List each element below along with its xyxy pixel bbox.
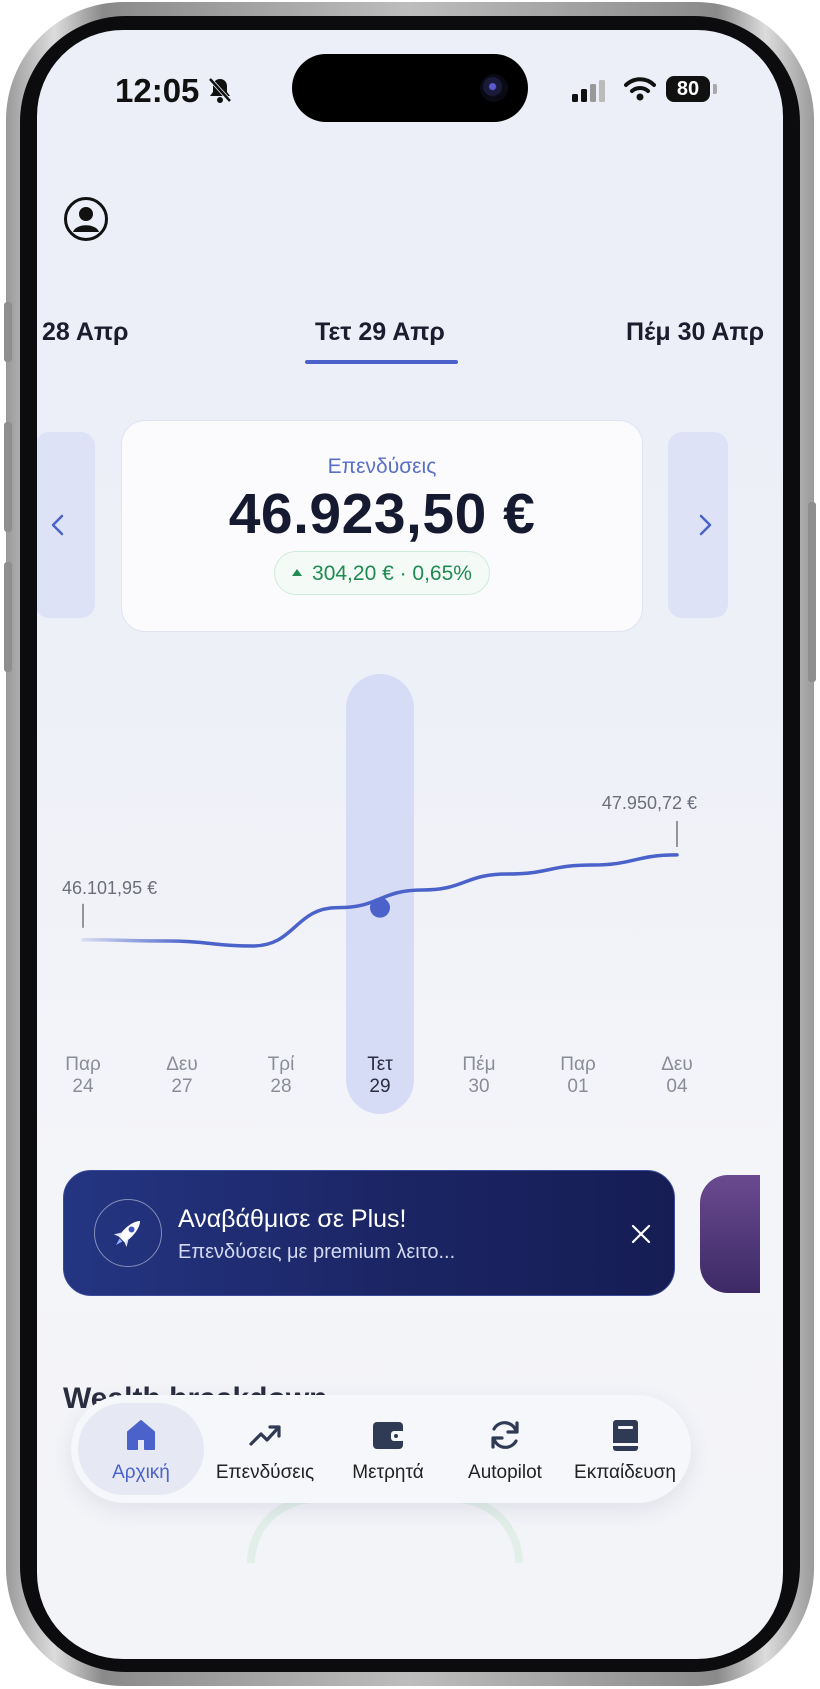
date-tab-indicator: [305, 360, 458, 364]
change-badge: 304,20 € · 0,65%: [274, 551, 490, 595]
x-tick-date: 28: [270, 1076, 291, 1097]
nav-label-education: Εκπαίδευση: [574, 1462, 676, 1483]
profile-icon[interactable]: [63, 196, 109, 242]
upgrade-promo-banner[interactable]: Αναβάθμισε σε Plus! Επενδύσεις με premiu…: [63, 1170, 675, 1296]
wifi-icon: [624, 77, 656, 101]
date-tab-current[interactable]: Τετ 29 Απρ: [315, 318, 445, 347]
volume-down-button: [4, 562, 12, 672]
x-tick-day: Παρ: [560, 1054, 596, 1075]
battery-indicator: 80: [666, 76, 710, 102]
nav-label-investments: Επενδύσεις: [215, 1462, 315, 1483]
start-value-label: 46.101,95 €: [62, 878, 157, 898]
x-tick-day: Δευ: [166, 1054, 198, 1075]
x-tick-date: 27: [171, 1076, 192, 1097]
app-screen: 12:05 80 28 Απρ Τετ 29 Απρ Πέμ 30 Απρ Επ…: [37, 30, 783, 1659]
x-tick-date: 29: [369, 1076, 390, 1097]
x-tick-date: 01: [567, 1076, 588, 1097]
background-decoration: [247, 1495, 523, 1563]
bottom-navigation: Αρχική Επενδύσεις Μετρητά Autopilot Εκπα…: [71, 1395, 691, 1503]
battery-tip: [713, 84, 717, 94]
close-icon[interactable]: [630, 1223, 652, 1245]
x-tick-date: 24: [72, 1076, 94, 1097]
nav-item-autopilot[interactable]: Autopilot: [450, 1395, 560, 1503]
chevron-right-icon[interactable]: [692, 512, 718, 538]
signal-icon: [572, 80, 605, 102]
nav-label-cash: Μετρητά: [352, 1462, 424, 1483]
bell-muted-icon: [208, 77, 232, 103]
chevron-left-icon[interactable]: [45, 512, 71, 538]
nav-item-home[interactable]: Αρχική: [78, 1395, 204, 1503]
date-tab-next[interactable]: Πέμ 30 Απρ: [626, 318, 764, 347]
nav-label-autopilot: Autopilot: [468, 1462, 542, 1483]
x-tick-day: Τρί: [268, 1054, 295, 1075]
selected-day-column[interactable]: [346, 674, 414, 1114]
change-text: 304,20 € · 0,65%: [312, 562, 472, 585]
next-promo-card-peek[interactable]: [700, 1175, 760, 1293]
action-button: [4, 302, 12, 362]
portfolio-summary-card: Επενδύσεις 46.923,50 € 304,20 € · 0,65%: [121, 420, 643, 632]
volume-up-button: [4, 422, 12, 532]
x-tick-day: Δευ: [661, 1054, 693, 1075]
end-value-label: 47.950,72 €: [602, 793, 697, 813]
nav-item-education[interactable]: Εκπαίδευση: [560, 1395, 690, 1503]
promo-subtitle: Επενδύσεις με premium λειτο...: [178, 1241, 456, 1263]
portfolio-value: 46.923,50 €: [228, 482, 536, 546]
x-tick-date: 30: [468, 1076, 489, 1097]
portfolio-chart[interactable]: 46.101,95 €47.950,72 €Παρ24Δευ27Τρί28Τετ…: [37, 660, 783, 1140]
dynamic-island: [292, 54, 528, 122]
power-button: [808, 502, 816, 682]
x-tick-day: Τετ: [367, 1054, 393, 1075]
x-tick-day: Παρ: [65, 1054, 101, 1075]
x-tick-date: 04: [666, 1076, 688, 1097]
nav-label-home: Αρχική: [112, 1462, 170, 1483]
status-time: 12:05: [115, 72, 200, 109]
selected-point: [370, 897, 390, 918]
home-icon: [127, 1420, 155, 1450]
trending-up-icon: [249, 1425, 281, 1446]
nav-item-investments[interactable]: Επενδύσεις: [204, 1395, 326, 1503]
summary-label: Επενδύσεις: [327, 455, 437, 478]
nav-item-cash[interactable]: Μετρητά: [326, 1395, 450, 1503]
promo-title: Αναβάθμισε σε Plus!: [178, 1205, 407, 1233]
x-tick-day: Πέμ: [462, 1054, 495, 1075]
arrow-up-icon: [292, 568, 303, 576]
camera-icon: [480, 74, 508, 102]
date-tab-prev[interactable]: 28 Απρ: [42, 318, 129, 347]
book-icon: [613, 1420, 638, 1451]
rocket-icon: [94, 1199, 162, 1267]
wallet-icon: [373, 1422, 405, 1449]
refresh-icon: [491, 1421, 519, 1449]
